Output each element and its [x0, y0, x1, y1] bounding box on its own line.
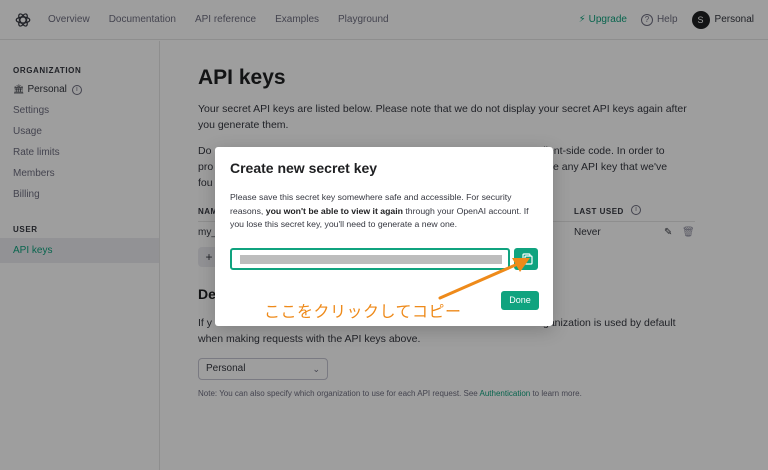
- modal-title: Create new secret key: [230, 160, 378, 176]
- modal-text-bold: you won't be able to view it again: [265, 205, 403, 216]
- modal-description: Please save this secret key somewhere sa…: [230, 191, 542, 232]
- secret-key-field[interactable]: [230, 248, 510, 270]
- annotation-text: ここをクリックしてコピー: [264, 304, 462, 321]
- done-button[interactable]: Done: [501, 291, 539, 310]
- copy-button[interactable]: [514, 248, 538, 270]
- secret-key-redacted: [240, 255, 502, 264]
- copy-icon: [522, 253, 533, 265]
